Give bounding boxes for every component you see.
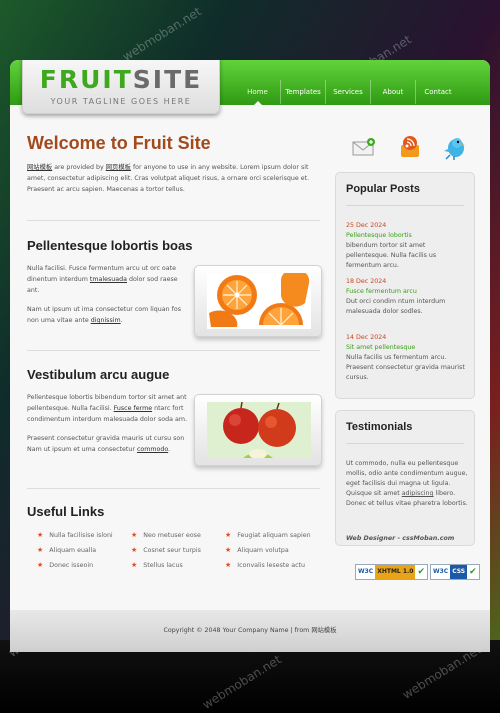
testimonials-title: Testimonials xyxy=(346,421,413,433)
popular-posts-title: Popular Posts xyxy=(346,183,420,195)
divider xyxy=(27,488,320,489)
section1-link-2[interactable]: dignissim xyxy=(91,317,121,324)
divider xyxy=(27,350,320,351)
twitter-bird-icon[interactable] xyxy=(444,135,468,161)
post-excerpt: Nulla facilis us fermentum arcu. Praesen… xyxy=(346,354,465,381)
divider xyxy=(346,443,464,444)
welcome-text: 网站模板 are provided by 网页模板 for anyone to … xyxy=(27,164,310,193)
post-item: 18 Dec 2024 Fusce fermentum arcu Dut orc… xyxy=(346,277,468,317)
welcome-link-1[interactable]: 网站模板 xyxy=(27,164,52,171)
divider xyxy=(27,220,320,221)
logo-tagline: YOUR TAGLINE GOES HERE xyxy=(50,97,192,106)
nav-services[interactable]: Services xyxy=(325,80,370,104)
section1-paragraph1: Nulla facilisi. Fusce fermentum arcu ut … xyxy=(27,265,178,294)
section1-link[interactable]: tmalesuada xyxy=(90,276,127,283)
divider xyxy=(346,205,464,206)
nav-about[interactable]: About xyxy=(370,80,415,104)
links-column-3: ★ Feugiat aliquam sapien ★ Aliquam volutpa… xyxy=(225,530,317,575)
section1-paragraph2: Nam ut ipsum ut ima consectetur com liqu… xyxy=(27,306,181,324)
post-date: 18 Dec 2024 xyxy=(346,278,387,285)
css-valid-badge[interactable]: W3C CSS ✔ xyxy=(430,564,480,580)
post-excerpt: Dut orci condim ntum interdum malesuada … xyxy=(346,298,446,315)
link-item[interactable]: ★ Aliquam eualla xyxy=(37,545,129,560)
link-item[interactable]: ★ Donec isseoin xyxy=(37,560,129,575)
post-excerpt: bibendum tortor sit amet pellentesque. N… xyxy=(346,242,437,269)
testimonials-box: Testimonials Ut commodo, nulla eu pellen… xyxy=(335,410,475,546)
check-icon: ✔ xyxy=(469,567,477,577)
section2-title: Vestibulum arcu augue xyxy=(27,367,170,382)
post-title-link[interactable]: Sit amet pellentesque xyxy=(346,343,468,353)
social-icons xyxy=(348,133,478,161)
check-icon: ✔ xyxy=(417,567,426,577)
link-item[interactable]: ★ Aliquam volutpa xyxy=(225,545,317,560)
section1-title: Pellentesque lobortis boas xyxy=(27,238,193,253)
link-item[interactable]: ★ Feugiat aliquam sapien xyxy=(225,530,317,545)
section2-paragraph1: Pellentesque lobortis bibendum tortor si… xyxy=(27,394,187,423)
page-container: Home Templates Services About Contact FR… xyxy=(10,60,490,652)
testimonial-author: Web Designer - cssMoban.com xyxy=(346,535,455,542)
star-icon: ★ xyxy=(37,561,44,569)
logo[interactable]: FRUITSITE YOUR TAGLINE GOES HERE xyxy=(22,60,220,114)
nav-contact[interactable]: Contact xyxy=(415,80,460,104)
testimonial-link[interactable]: adipiscing xyxy=(402,490,434,497)
nav-home[interactable]: Home xyxy=(235,80,280,105)
watermark: webmoban.net xyxy=(120,4,204,64)
link-item[interactable]: ★ Stellus lacus xyxy=(131,560,223,575)
links-column-1: ★ Nulla facilisise isloni ★ Aliquam eualla… xyxy=(37,530,129,575)
link-item[interactable]: ★ Iconvalis leseste actu xyxy=(225,560,317,575)
post-title-link[interactable]: Pellentesque lobortis xyxy=(346,231,468,241)
post-date: 14 Dec 2024 xyxy=(346,334,387,341)
section2-paragraph2: Praesent consectetur gravida mauris ut c… xyxy=(27,435,185,453)
post-item: 25 Dec 2024 Pellentesque lobortis bibend… xyxy=(346,221,468,271)
mail-icon[interactable] xyxy=(352,137,376,157)
star-icon: ★ xyxy=(225,546,232,554)
post-title-link[interactable]: Fusce fermentum arcu xyxy=(346,287,468,297)
oranges-image xyxy=(194,265,322,337)
popular-posts-box: Popular Posts 25 Dec 2024 Pellentesque l… xyxy=(335,172,475,399)
footer: Copyright © 2048 Your Company Name | fro… xyxy=(10,610,490,652)
star-icon: ★ xyxy=(225,561,232,569)
star-icon: ★ xyxy=(37,531,44,539)
validation-badges: W3C XHTML 1.0 ✔ W3C CSS ✔ xyxy=(355,564,480,580)
xhtml-valid-badge[interactable]: W3C XHTML 1.0 ✔ xyxy=(355,564,429,580)
links-column-2: ★ Neo metuser eose ★ Cosnet seur turpis ★ S… xyxy=(131,530,223,575)
star-icon: ★ xyxy=(131,531,138,539)
post-item: 14 Dec 2024 Sit amet pellentesque Nulla … xyxy=(346,333,468,383)
welcome-link-2[interactable]: 网页模板 xyxy=(106,164,131,171)
section2-link[interactable]: Fusce ferme xyxy=(114,405,152,412)
star-icon: ★ xyxy=(225,531,232,539)
link-item[interactable]: ★ Nulla facilisise isloni xyxy=(37,530,129,545)
star-icon: ★ xyxy=(131,561,138,569)
welcome-title: Welcome to Fruit Site xyxy=(27,133,211,153)
nav-templates[interactable]: Templates xyxy=(280,80,325,104)
link-item[interactable]: ★ Cosnet seur turpis xyxy=(131,545,223,560)
rss-icon[interactable] xyxy=(399,135,423,159)
useful-links-title: Useful Links xyxy=(27,504,105,519)
main-nav: Home Templates Services About Contact xyxy=(235,80,460,105)
link-item[interactable]: ★ Neo metuser eose xyxy=(131,530,223,545)
post-date: 25 Dec 2024 xyxy=(346,222,387,229)
testimonial-text: Ut commodo, nulla eu pellentesque mollis… xyxy=(346,460,468,507)
star-icon: ★ xyxy=(131,546,138,554)
star-icon: ★ xyxy=(37,546,44,554)
logo-title: FRUITSITE xyxy=(39,65,203,94)
section2-link-2[interactable]: commodo xyxy=(137,446,168,453)
apples-image xyxy=(194,394,322,466)
